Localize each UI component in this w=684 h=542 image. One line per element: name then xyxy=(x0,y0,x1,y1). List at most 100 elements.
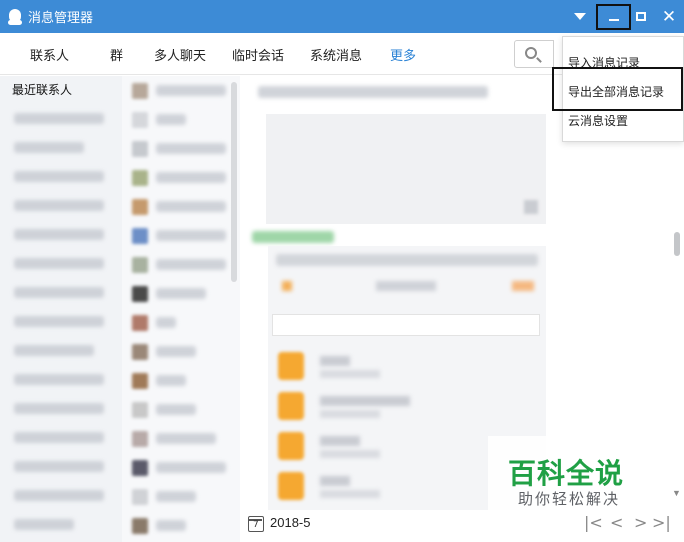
close-button[interactable]: ✕ xyxy=(654,0,684,33)
list-item[interactable] xyxy=(122,192,240,221)
date-label: 2018-5 xyxy=(270,515,311,530)
blurred-text xyxy=(14,200,104,211)
avatar xyxy=(132,401,148,418)
list-item[interactable] xyxy=(122,482,240,511)
blurred-text xyxy=(14,345,94,356)
watermark-title: 百科全说 xyxy=(508,458,625,489)
list-item[interactable] xyxy=(274,352,538,384)
list-item[interactable] xyxy=(122,279,240,308)
list-item[interactable] xyxy=(122,134,240,163)
blurred-text xyxy=(14,287,104,298)
blurred-text xyxy=(156,85,226,96)
blurred-text xyxy=(14,374,104,385)
blurred-text xyxy=(156,259,226,270)
avatar xyxy=(132,343,148,360)
window-title: 消息管理器 xyxy=(28,10,94,25)
list-item[interactable] xyxy=(122,453,240,482)
blurred-text xyxy=(14,461,104,472)
chat-list-scrollbar[interactable] xyxy=(231,82,237,282)
blurred-text xyxy=(156,172,226,183)
list-item[interactable] xyxy=(122,105,240,134)
close-icon: ✕ xyxy=(661,6,677,26)
list-item[interactable] xyxy=(0,162,122,191)
panel-action[interactable] xyxy=(512,281,534,291)
menu-item-cloud-message-settings[interactable]: 云消息设置 xyxy=(568,112,628,129)
blurred-text xyxy=(14,142,84,153)
blurred-text xyxy=(14,519,74,530)
folder-icon xyxy=(278,432,304,460)
folder-icon xyxy=(278,472,304,500)
last-page-icon[interactable]: >| xyxy=(652,513,671,532)
list-item[interactable] xyxy=(122,511,240,540)
conversation-header xyxy=(258,86,488,98)
avatar xyxy=(132,82,148,99)
list-item[interactable] xyxy=(0,452,122,481)
list-item[interactable] xyxy=(0,278,122,307)
list-item[interactable] xyxy=(0,249,122,278)
folder-icon xyxy=(278,352,304,380)
list-item[interactable] xyxy=(0,365,122,394)
list-item[interactable] xyxy=(0,394,122,423)
file-name xyxy=(320,436,360,446)
maximize-icon xyxy=(636,12,646,21)
list-item[interactable] xyxy=(122,163,240,192)
panel-search-field[interactable] xyxy=(272,314,540,336)
tab-groups[interactable]: 群 xyxy=(110,45,123,64)
list-item[interactable] xyxy=(274,392,538,424)
list-item[interactable] xyxy=(122,308,240,337)
tab-temp-session[interactable]: 临时会话 xyxy=(232,45,284,64)
list-item[interactable] xyxy=(0,481,122,510)
blurred-text xyxy=(156,346,196,357)
list-item[interactable] xyxy=(122,221,240,250)
panel-header xyxy=(276,254,538,266)
chat-list xyxy=(122,76,240,542)
bottom-bar: 7 2018-5 |< < > >| xyxy=(240,510,684,542)
first-page-icon[interactable]: |< xyxy=(584,513,603,532)
avatar xyxy=(132,430,148,447)
folder-icon xyxy=(278,392,304,420)
search-icon xyxy=(525,47,537,59)
list-item[interactable] xyxy=(0,220,122,249)
list-item[interactable] xyxy=(0,510,122,539)
list-item[interactable] xyxy=(122,337,240,366)
avatar xyxy=(132,517,148,534)
list-item[interactable] xyxy=(122,424,240,453)
list-item[interactable] xyxy=(0,423,122,452)
avatar xyxy=(132,198,148,215)
tab-multi-chat[interactable]: 多人聊天 xyxy=(154,45,206,64)
list-item[interactable] xyxy=(0,307,122,336)
avatar xyxy=(132,227,148,244)
file-name xyxy=(320,396,410,406)
list-item[interactable] xyxy=(0,104,122,133)
avatar xyxy=(132,111,148,128)
list-item[interactable] xyxy=(0,133,122,162)
tab-more[interactable]: 更多 xyxy=(390,45,416,64)
calendar-icon[interactable]: 7 xyxy=(248,516,264,532)
card-corner-icon xyxy=(524,200,538,214)
search-input[interactable] xyxy=(514,40,554,68)
avatar xyxy=(132,314,148,331)
list-item[interactable] xyxy=(122,76,240,105)
scroll-down-icon[interactable]: ▼ xyxy=(672,488,681,498)
list-item[interactable] xyxy=(122,250,240,279)
list-item[interactable] xyxy=(122,366,240,395)
maximize-button[interactable] xyxy=(626,0,656,33)
title-bar: 消息管理器 ✕ xyxy=(0,0,684,33)
blurred-text xyxy=(156,520,186,531)
list-item[interactable] xyxy=(0,191,122,220)
previous-page-icon[interactable]: < xyxy=(610,513,623,532)
blurred-text xyxy=(14,229,104,240)
list-item[interactable] xyxy=(122,395,240,424)
list-item[interactable] xyxy=(0,336,122,365)
message-scrollbar[interactable] xyxy=(674,232,680,256)
blurred-text xyxy=(14,113,104,124)
tab-system-messages[interactable]: 系统消息 xyxy=(310,45,362,64)
blurred-text xyxy=(156,114,186,125)
blurred-text xyxy=(14,432,104,443)
tab-contacts[interactable]: 联系人 xyxy=(30,45,69,64)
next-page-icon[interactable]: > xyxy=(634,513,647,532)
triangle-down-icon xyxy=(574,13,586,20)
message-card xyxy=(266,114,546,224)
dropdown-arrow-button[interactable] xyxy=(565,0,595,33)
orange-marker-icon xyxy=(282,281,292,291)
